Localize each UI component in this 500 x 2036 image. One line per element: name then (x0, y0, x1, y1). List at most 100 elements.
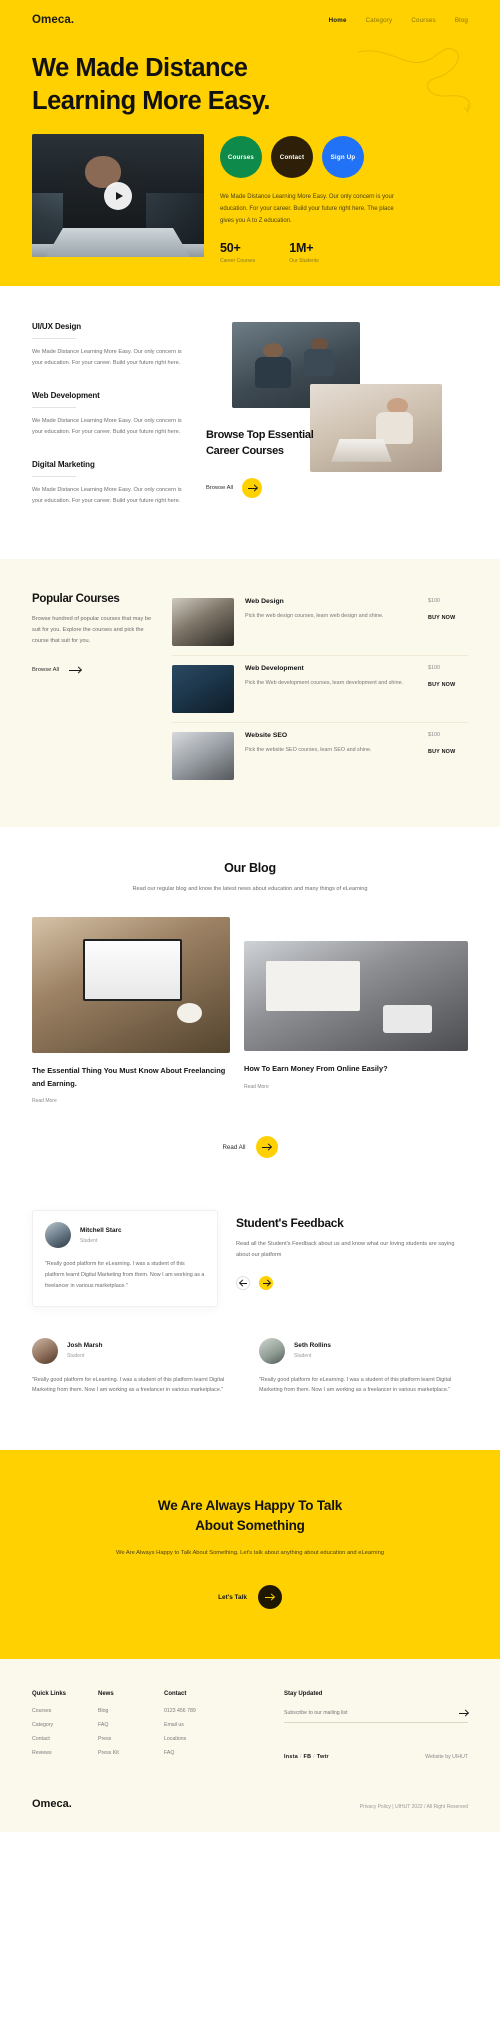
footer-link[interactable]: FAQ (98, 1722, 164, 1728)
nav-item-home[interactable]: Home (329, 17, 347, 24)
read-more-link[interactable]: Read More (244, 1084, 468, 1090)
category-item-uiux[interactable]: UI/UX Design We Made Distance Learning M… (32, 322, 192, 369)
arrow-right-icon[interactable] (259, 1276, 273, 1291)
hero-section: Omeca. Home Category Courses Blog We Mad… (0, 0, 500, 287)
stat-career-courses: 50+ Career Courses (220, 241, 255, 264)
browse-title-line-2: Career Courses (206, 444, 284, 457)
course-purchase: $100 BUY NOW (428, 665, 468, 688)
nav-item-category[interactable]: Category (366, 17, 393, 24)
table-row[interactable]: Website SEO Pick the website SEO courses… (172, 723, 468, 789)
course-info: Web Design Pick the web design courses, … (245, 598, 417, 621)
category-title: Digital Marketing (32, 459, 95, 469)
divider (32, 407, 76, 409)
social-link-insta[interactable]: Insta (284, 1754, 298, 1760)
footer-link[interactable]: Email us (164, 1722, 284, 1728)
popular-browse-all-label: Browse All (32, 666, 60, 673)
arrow-right-icon[interactable] (459, 1708, 468, 1717)
arrow-right-icon (257, 1585, 282, 1610)
category-item-web-development[interactable]: Web Development We Made Distance Learnin… (32, 391, 192, 438)
testimonial-header: Mitchell Starc Student (45, 1222, 205, 1249)
courses-button[interactable]: Courses (220, 136, 262, 179)
category-item-digital-marketing[interactable]: Digital Marketing We Made Distance Learn… (32, 460, 192, 507)
blog-post-card[interactable]: The Essential Thing You Must Know About … (32, 916, 230, 1104)
newsletter-email-input[interactable] (284, 1709, 459, 1716)
landing-page: Omeca. Home Category Courses Blog We Mad… (0, 0, 500, 1833)
brand-logo[interactable]: Omeca. (32, 14, 74, 26)
browse-title-line-1: Browse Top Essential (206, 429, 314, 442)
footer-link[interactable]: 0123 456 789 (164, 1708, 284, 1714)
nav-item-blog[interactable]: Blog (455, 17, 468, 24)
blog-grid: The Essential Thing You Must Know About … (32, 916, 468, 1104)
blog-subtitle: Read our regular blog and know the lates… (132, 885, 368, 892)
social-link-twtr[interactable]: Twtr (317, 1754, 329, 1760)
category-title: UI/UX Design (32, 322, 82, 332)
category-description: We Made Distance Learning More Easy. Our… (32, 418, 182, 436)
testimonial-card: Mitchell Starc Student "Really good plat… (32, 1210, 218, 1307)
footer-column-heading: Quick Links (32, 1691, 67, 1698)
blog-post-image (32, 916, 230, 1053)
course-price: $100 (428, 597, 440, 604)
contact-cta-section: We Are Always Happy To Talk About Someth… (0, 1450, 500, 1660)
lets-talk-button[interactable]: Let's Talk (32, 1585, 468, 1610)
course-price: $100 (428, 664, 440, 671)
testimonial-quote: "Really good platform for eLearning. I w… (32, 1376, 225, 1394)
table-row[interactable]: Web Development Pick the Web development… (172, 656, 468, 723)
hero-stats: 50+ Career Courses 1M+ Our Students (220, 241, 468, 264)
course-name: Web Development (245, 664, 304, 672)
hero-video-thumbnail[interactable] (32, 134, 204, 258)
testimonial-role: Student (294, 1353, 312, 1360)
footer-columns: Quick Links Courses Category Contact Rev… (32, 1691, 468, 1764)
browse-courses-block: Browse Top Essential Career Courses Brow… (206, 322, 468, 528)
footer-link[interactable]: Press (98, 1736, 164, 1742)
course-info: Web Development Pick the Web development… (245, 665, 417, 688)
divider (32, 475, 76, 477)
footer-legal: Privacy Policy | UIHUT 2022 / All Right … (359, 1804, 468, 1811)
footer-link[interactable]: FAQ (164, 1750, 284, 1756)
testimonial-featured: Mitchell Starc Student "Really good plat… (32, 1210, 218, 1307)
footer-link[interactable]: Category (32, 1722, 98, 1728)
course-description: Pick the Web development courses, learn … (245, 679, 404, 686)
lets-talk-label: Let's Talk (218, 1593, 247, 1601)
course-thumbnail (172, 664, 234, 713)
testimonial-role: Student (80, 1237, 98, 1244)
blog-section: Our Blog Read our regular blog and know … (0, 826, 500, 1189)
course-name: Web Design (245, 597, 284, 605)
play-icon[interactable] (104, 181, 132, 210)
footer-link[interactable]: Contact (32, 1736, 98, 1742)
footer-link[interactable]: Locations (164, 1736, 284, 1742)
sign-up-button[interactable]: Sign Up (322, 136, 364, 179)
footer-column-contact: Contact 0123 456 789 Email us Locations … (164, 1691, 284, 1764)
browse-text: Browse Top Essential Career Courses Brow… (206, 428, 334, 498)
social-link-fb[interactable]: FB (304, 1754, 312, 1760)
read-more-link[interactable]: Read More (32, 1098, 230, 1104)
arrow-left-icon[interactable] (236, 1276, 250, 1291)
buy-now-button[interactable]: BUY NOW (428, 749, 468, 755)
hero-action-buttons: Courses Contact Sign Up (220, 136, 468, 179)
hero-title-line-2: Learning More Easy. (32, 86, 271, 115)
testimonial-quote: "Really good platform for eLearning. I w… (45, 1261, 205, 1289)
stat-our-students: 1M+ Our Students (289, 241, 318, 264)
cta-title: We Are Always Happy To Talk About Someth… (32, 1496, 468, 1537)
categories-section: UI/UX Design We Made Distance Learning M… (0, 286, 500, 559)
buy-now-button[interactable]: BUY NOW (428, 682, 468, 688)
footer-link[interactable]: Press Kit (98, 1750, 164, 1756)
table-row[interactable]: Web Design Pick the web design courses, … (172, 589, 468, 656)
stat-value: 50+ (220, 241, 241, 256)
blog-post-card[interactable]: How To Earn Money From Online Easily? Re… (244, 917, 468, 1090)
browse-all-button[interactable]: Browse All (206, 477, 334, 498)
buy-now-button[interactable]: BUY NOW (428, 615, 468, 621)
contact-button[interactable]: Contact (271, 136, 313, 179)
popular-courses-description: Browse hundred of popular courses that m… (32, 615, 152, 645)
cta-title-line-2: About Something (195, 1518, 305, 1534)
read-all-label: Read All (222, 1143, 246, 1151)
footer-link[interactable]: Blog (98, 1708, 164, 1714)
footer-link[interactable]: Courses (32, 1708, 98, 1714)
avatar (45, 1222, 71, 1249)
footer-logo[interactable]: Omeca. (32, 1798, 72, 1810)
popular-courses-title: Popular Courses (32, 592, 120, 605)
top-navbar: Omeca. Home Category Courses Blog (0, 0, 500, 26)
nav-item-courses[interactable]: Courses (411, 17, 435, 24)
popular-browse-all-button[interactable]: Browse All (32, 665, 154, 674)
footer-link[interactable]: Reviews (32, 1750, 98, 1756)
read-all-button[interactable]: Read All (32, 1136, 468, 1159)
